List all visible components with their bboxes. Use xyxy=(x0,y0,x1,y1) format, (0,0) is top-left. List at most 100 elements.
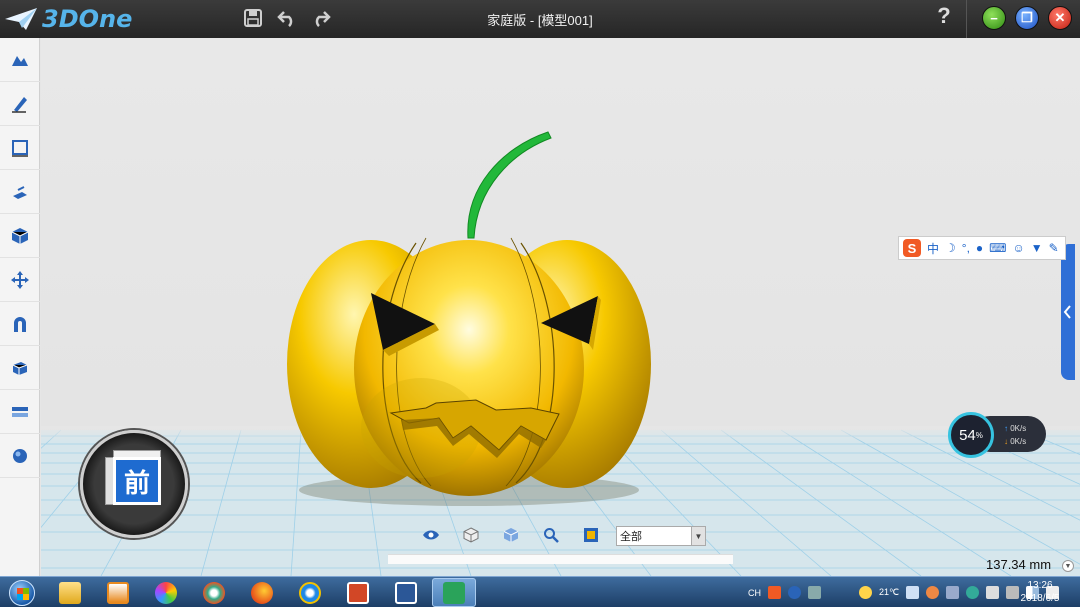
microphone-icon[interactable]: ● xyxy=(976,241,983,255)
tray-language[interactable]: CH xyxy=(748,588,761,598)
shaded-view-button[interactable] xyxy=(500,524,522,546)
ime-options-tray-icon[interactable] xyxy=(808,586,821,599)
distance-measure-tool[interactable] xyxy=(0,346,40,390)
upload-speed-value: 0K/s xyxy=(1010,424,1027,433)
tray-monitor-icon[interactable] xyxy=(946,586,960,599)
media-player-icon xyxy=(107,581,129,604)
material-render-tool[interactable] xyxy=(0,434,40,478)
minus-icon: − xyxy=(990,10,998,26)
restore-icon: ❐ xyxy=(1021,10,1033,25)
rectangle-sketch-icon xyxy=(12,139,28,157)
chevron-down-icon[interactable]: ▼ xyxy=(691,527,705,545)
minimize-button[interactable]: − xyxy=(982,6,1006,30)
view-tool[interactable] xyxy=(0,390,40,434)
box-icon xyxy=(12,361,28,375)
zoom-button[interactable] xyxy=(540,524,562,546)
cube-shaded-icon xyxy=(503,528,519,542)
tray-globe-icon[interactable] xyxy=(966,586,980,599)
windows-taskbar: CH 21℃ 13:26 2018/6/5 xyxy=(0,576,1080,607)
restore-button[interactable]: ❐ xyxy=(1015,6,1039,30)
photos-icon xyxy=(155,581,177,604)
shirt-icon[interactable]: ▼ xyxy=(1031,241,1043,255)
measure-unit-dropdown[interactable]: ▼ xyxy=(1062,560,1074,572)
ime-toolbar[interactable]: S 中 ☽ °, ● ⌨ ☺ ▼ ✎ xyxy=(898,236,1066,260)
tray-app-icon[interactable] xyxy=(926,586,940,599)
cube-front-face[interactable]: 前 xyxy=(113,457,161,505)
browser-alt-icon xyxy=(203,581,225,604)
wireframe-view-button[interactable] xyxy=(460,524,482,546)
sketch-edit-tool[interactable] xyxy=(0,126,40,170)
moon-icon[interactable]: ☽ xyxy=(945,241,956,255)
taskbar-clock[interactable]: 13:26 2018/6/5 xyxy=(1012,579,1068,605)
weather-sun-icon[interactable] xyxy=(859,586,872,599)
close-button[interactable]: ✕ xyxy=(1048,6,1072,30)
cube-icon xyxy=(11,227,29,244)
net-speed-widget[interactable]: 54% ↑ 0K/s ↓ 0K/s xyxy=(948,412,1046,458)
solid-shapes-icon xyxy=(12,55,28,66)
special-function-tool[interactable] xyxy=(0,214,40,258)
title-bar: 3DOne 家庭版 - [模型001] ? − ❐ ✕ xyxy=(0,0,1080,38)
zoom-icon xyxy=(544,528,559,543)
powerpoint-icon xyxy=(347,581,369,604)
action-center-flag-icon[interactable] xyxy=(986,586,1000,599)
tray-temperature[interactable]: 21℃ xyxy=(879,587,899,598)
sketch-tool[interactable] xyxy=(0,82,40,126)
cpu-usage-meter: 54% xyxy=(948,412,994,458)
windows-logo-icon xyxy=(9,579,35,606)
view-toolbar xyxy=(420,524,602,546)
taskbar-3done[interactable] xyxy=(432,578,476,607)
taskbar-word[interactable] xyxy=(384,578,428,607)
combine-tool[interactable] xyxy=(0,302,40,346)
filter-select[interactable]: 全部 ▼ xyxy=(616,526,706,546)
filter-select-value: 全部 xyxy=(620,531,642,543)
3d-viewport[interactable] xyxy=(41,38,1080,576)
taskbar-browser-alt[interactable] xyxy=(192,578,236,607)
download-speed: ↓ 0K/s xyxy=(1004,437,1026,446)
firefox-icon xyxy=(251,581,273,604)
3done-app-icon xyxy=(443,581,465,604)
sogou-logo-icon: S xyxy=(903,239,921,257)
user-icon[interactable]: ☺ xyxy=(1013,241,1025,255)
extrude-icon xyxy=(13,185,27,199)
taskbar-media-player[interactable] xyxy=(96,578,140,607)
horizontal-scrollbar[interactable] xyxy=(388,554,733,564)
show-hidden-icons[interactable] xyxy=(906,586,920,599)
titlebar-divider xyxy=(966,0,967,38)
fit-view-icon xyxy=(584,528,598,542)
visibility-button[interactable] xyxy=(420,524,442,546)
usage-percent-unit: % xyxy=(975,430,983,440)
taskbar-internet-explorer[interactable] xyxy=(288,578,332,607)
taskbar-file-explorer[interactable] xyxy=(48,578,92,607)
feature-tool[interactable] xyxy=(0,170,40,214)
help-button[interactable]: ? xyxy=(932,3,956,29)
magnet-icon xyxy=(14,316,26,332)
pencil-icon xyxy=(12,96,27,113)
start-button[interactable] xyxy=(4,578,40,607)
sphere-icon xyxy=(13,448,27,463)
download-arrow-icon: ↓ xyxy=(1004,437,1008,446)
taskbar-firefox[interactable] xyxy=(240,578,284,607)
internet-explorer-icon xyxy=(299,581,321,604)
help-tray-icon[interactable] xyxy=(788,586,801,599)
pumpkin-body xyxy=(287,237,651,496)
usage-percent: 54 xyxy=(959,426,976,444)
sogou-tray-icon[interactable] xyxy=(768,586,781,599)
pumpkin-scene xyxy=(41,131,1080,576)
measure-readout: 137.34 mm xyxy=(986,557,1052,572)
fit-view-button[interactable] xyxy=(580,524,602,546)
basic-solid-tool[interactable] xyxy=(0,38,40,82)
view-cube[interactable]: 前 xyxy=(80,430,188,538)
left-toolbar xyxy=(0,38,40,576)
download-speed-value: 0K/s xyxy=(1010,437,1027,446)
ime-mode[interactable]: 中 xyxy=(927,240,939,257)
move-tool[interactable] xyxy=(0,258,40,302)
side-panel-toggle[interactable] xyxy=(1061,244,1075,380)
taskbar-powerpoint[interactable] xyxy=(336,578,380,607)
taskbar-photos[interactable] xyxy=(144,578,188,607)
pumpkin-stem xyxy=(467,131,552,239)
eye-icon xyxy=(423,530,439,540)
folder-icon xyxy=(59,581,81,604)
punctuation-icon[interactable]: °, xyxy=(962,241,970,255)
keyboard-icon[interactable]: ⌨ xyxy=(989,241,1006,255)
wrench-icon[interactable]: ✎ xyxy=(1049,241,1059,255)
